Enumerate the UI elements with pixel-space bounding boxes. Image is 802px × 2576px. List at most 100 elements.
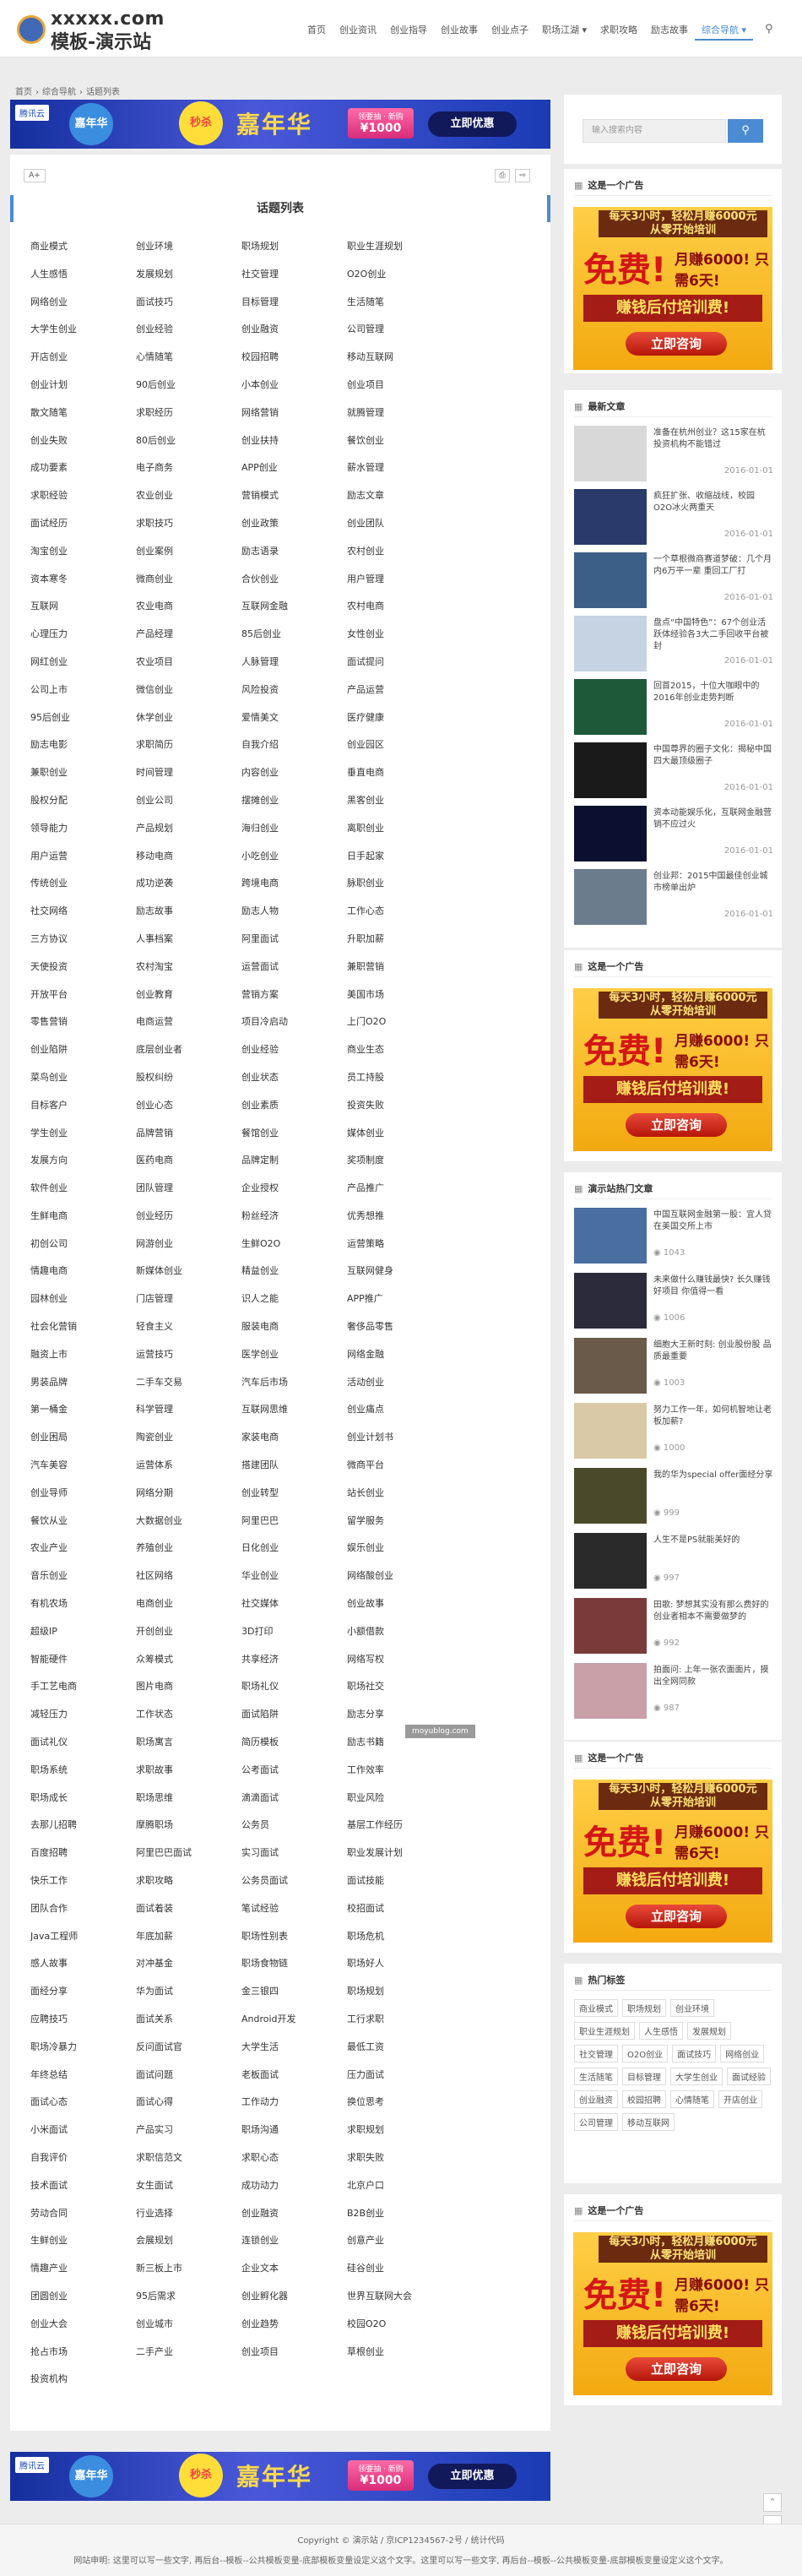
topic-tag-link[interactable]: 产品实习 xyxy=(136,2122,241,2150)
topic-tag-link[interactable]: 求职信范文 xyxy=(136,2150,241,2178)
article-thumbnail[interactable] xyxy=(574,1208,647,1264)
topic-tag-link[interactable]: 创业素质 xyxy=(241,1098,347,1126)
topic-tag-link[interactable]: 硅谷创业 xyxy=(347,2261,452,2289)
topic-tag-link[interactable]: 北京户口 xyxy=(347,2178,452,2206)
topic-tag-link[interactable]: 应聘技巧 xyxy=(30,2012,136,2040)
topic-tag-link[interactable]: Java工程师 xyxy=(30,1929,136,1957)
nav-item[interactable]: 求职攻略 xyxy=(593,20,644,41)
topic-tag-link[interactable]: APP推广 xyxy=(347,1291,452,1319)
article-title[interactable]: 田歌: 梦想其实没有那么费好的创业者相本不需要做梦的 xyxy=(653,1600,773,1635)
topic-tag-link[interactable]: 合伙创业 xyxy=(241,572,347,600)
topic-tag-link[interactable]: 爱情美文 xyxy=(241,710,347,738)
topic-tag-link[interactable]: 自我评价 xyxy=(30,2150,136,2178)
topic-tag-link[interactable]: 创业公司 xyxy=(136,793,241,821)
topic-tag-link[interactable]: 移动电商 xyxy=(136,849,241,877)
topic-tag-link[interactable]: O2O创业 xyxy=(347,267,452,295)
topic-tag-link[interactable]: 行业选择 xyxy=(136,2206,241,2234)
topic-tag-link[interactable]: 时间管理 xyxy=(136,765,241,793)
topic-tag-link[interactable]: 园林创业 xyxy=(30,1291,136,1319)
article-title[interactable]: 盘点“中国特色”：67个创业活跃体经验各3大二手回收平台被封 xyxy=(653,617,773,653)
topic-tag-link[interactable]: 社交管理 xyxy=(241,267,347,295)
topic-tag-link[interactable]: 创业园区 xyxy=(347,737,452,765)
topic-tag-link[interactable]: 面试心态 xyxy=(30,2095,136,2122)
topic-tag-link[interactable]: 医药电商 xyxy=(136,1153,241,1181)
latest-article-item[interactable]: 疯狂扩张、收缩战线，校园O2O冰火两重天 2016-01-01 xyxy=(574,489,773,546)
topic-tag-link[interactable]: 运营技巧 xyxy=(136,1347,241,1375)
topic-tag-link[interactable]: 创业计划书 xyxy=(347,1430,452,1458)
hot-article-item[interactable]: 细胞大王新时刻: 创业股份股 品质最重要 ◉ 1003 xyxy=(574,1338,773,1395)
font-size-button[interactable]: A+ xyxy=(24,169,46,182)
topic-tag-link[interactable]: 成功逆袭 xyxy=(136,876,241,904)
topic-tag-link[interactable]: 美国市场 xyxy=(347,987,452,1015)
topic-tag-link[interactable]: 运营体系 xyxy=(136,1458,241,1486)
topic-tag-link[interactable]: 运营面试 xyxy=(241,959,347,987)
topic-tag-link[interactable]: 创业环境 xyxy=(136,239,241,267)
topic-tag-link[interactable]: 摆摊创业 xyxy=(241,793,347,821)
topic-tag-link[interactable]: 社交媒体 xyxy=(241,1596,347,1624)
topic-tag-link[interactable]: 二手车交易 xyxy=(136,1375,241,1403)
topic-tag-link[interactable]: 阿里巴巴面试 xyxy=(136,1845,241,1873)
topic-tag-link[interactable]: 产品推广 xyxy=(347,1181,452,1209)
topic-tag-link[interactable]: 发展方向 xyxy=(30,1153,136,1181)
topic-tag-link[interactable]: 创业孵化器 xyxy=(241,2289,347,2317)
topic-tag-link[interactable]: 菜鸟创业 xyxy=(30,1070,136,1098)
topic-tag-link[interactable]: 95后需求 xyxy=(136,2289,241,2317)
topic-tag-link[interactable]: 天使投资 xyxy=(30,959,136,987)
topic-tag-link[interactable]: 垂直电商 xyxy=(347,765,452,793)
topic-tag-link[interactable]: 创业经历 xyxy=(136,1209,241,1236)
topic-tag-link[interactable]: 80后创业 xyxy=(136,433,241,461)
article-thumbnail[interactable] xyxy=(574,1533,647,1589)
topic-tag-link[interactable]: 企业文本 xyxy=(241,2261,347,2289)
topic-tag-link[interactable]: 励志语录 xyxy=(241,544,347,572)
topic-tag-link[interactable]: 创业融资 xyxy=(241,2206,347,2234)
topic-tag-link[interactable]: 小额借款 xyxy=(347,1624,452,1652)
topic-tag-link[interactable]: 海归创业 xyxy=(241,821,347,849)
topic-tag-link[interactable]: 滴滴面试 xyxy=(241,1791,347,1818)
back-to-top-icon[interactable]: ⌃ xyxy=(763,2493,782,2512)
topic-tag-link[interactable]: 创业政策 xyxy=(241,516,347,544)
topic-tag-link[interactable]: 网络写权 xyxy=(347,1652,452,1680)
sidebar-ad-image[interactable]: 每天3小时，轻松月赚6000元 从零开始培训 免费! 月赚6000! 只需6天! 赚钱后… xyxy=(573,207,772,370)
topic-tag-link[interactable]: 薪水管理 xyxy=(347,460,452,488)
topic-tag-link[interactable]: 农村电商 xyxy=(347,599,452,627)
topic-tag-link[interactable]: 实习面试 xyxy=(241,1845,347,1873)
topic-tag-link[interactable]: 商业生态 xyxy=(347,1042,452,1070)
topic-tag-link[interactable]: 餐馆创业 xyxy=(241,1126,347,1154)
topic-tag-link[interactable]: 职业生涯规划 xyxy=(347,239,452,267)
article-title[interactable]: 拍面问: 上年一张农面面片，摸出全网同款 xyxy=(653,1665,773,1700)
latest-article-item[interactable]: 一个草根微商赛道梦破：几个月内6万平一辈 重回工厂打 2016-01-01 xyxy=(574,552,773,610)
topic-tag-link[interactable]: 农村淘宝 xyxy=(136,959,241,987)
logo-icon[interactable] xyxy=(17,15,46,44)
topic-tag-link[interactable]: 小本创业 xyxy=(241,378,347,405)
topic-tag-link[interactable]: 连锁创业 xyxy=(241,2233,347,2261)
article-thumbnail[interactable] xyxy=(574,1598,647,1654)
hot-tag-link[interactable]: 公司管理 xyxy=(574,2113,618,2131)
topic-tag-link[interactable]: 科学管理 xyxy=(136,1402,241,1430)
topic-tag-link[interactable]: 生鲜创业 xyxy=(30,2233,136,2261)
article-title[interactable]: 中国尊界的圈子文化：揭秘中国四大最顶级圈子 xyxy=(653,744,773,780)
hot-tag-link[interactable]: 社交管理 xyxy=(574,2045,618,2062)
sidebar-ad-image[interactable]: 每天3小时，轻松月赚6000元 从零开始培训 免费! 月赚6000! 只需6天! 赚钱后… xyxy=(573,2232,772,2395)
topic-tag-link[interactable]: 职业发展计划 xyxy=(347,1845,452,1873)
hot-article-item[interactable]: 田歌: 梦想其实没有那么费好的创业者相本不需要做梦的 ◉ 992 xyxy=(574,1598,773,1655)
hot-article-item[interactable]: 未来做什么赚钱最快? 长久赚钱好项目 你值得一看 ◉ 1006 xyxy=(574,1273,773,1330)
topic-tag-link[interactable]: 门店管理 xyxy=(136,1291,241,1319)
hot-tag-link[interactable]: O2O创业 xyxy=(622,2045,669,2062)
topic-tag-link[interactable]: 对冲基金 xyxy=(136,1956,241,1984)
topic-tag-link[interactable]: 传统创业 xyxy=(30,876,136,904)
article-thumbnail[interactable] xyxy=(574,1273,647,1329)
topic-tag-link[interactable]: 团队合作 xyxy=(30,1901,136,1929)
hot-tag-link[interactable]: 网络创业 xyxy=(720,2045,765,2062)
hot-tag-link[interactable]: 生活随笔 xyxy=(574,2068,618,2085)
topic-tag-link[interactable]: 公司管理 xyxy=(347,322,452,350)
topic-tag-link[interactable]: 面经分享 xyxy=(30,1984,136,2012)
article-thumbnail[interactable] xyxy=(574,552,647,608)
topic-tag-link[interactable]: 百度招聘 xyxy=(30,1845,136,1873)
topic-tag-link[interactable]: 服装电商 xyxy=(241,1319,347,1347)
topic-tag-link[interactable]: 目标客户 xyxy=(30,1098,136,1126)
topic-tag-link[interactable]: Android开发 xyxy=(241,2012,347,2040)
topic-tag-link[interactable]: 面试心得 xyxy=(136,2095,241,2122)
topic-tag-link[interactable]: 职场冷暴力 xyxy=(30,2040,136,2068)
topic-tag-link[interactable]: 生鲜O2O xyxy=(241,1236,347,1264)
topic-tag-link[interactable]: 第一桶金 xyxy=(30,1402,136,1430)
